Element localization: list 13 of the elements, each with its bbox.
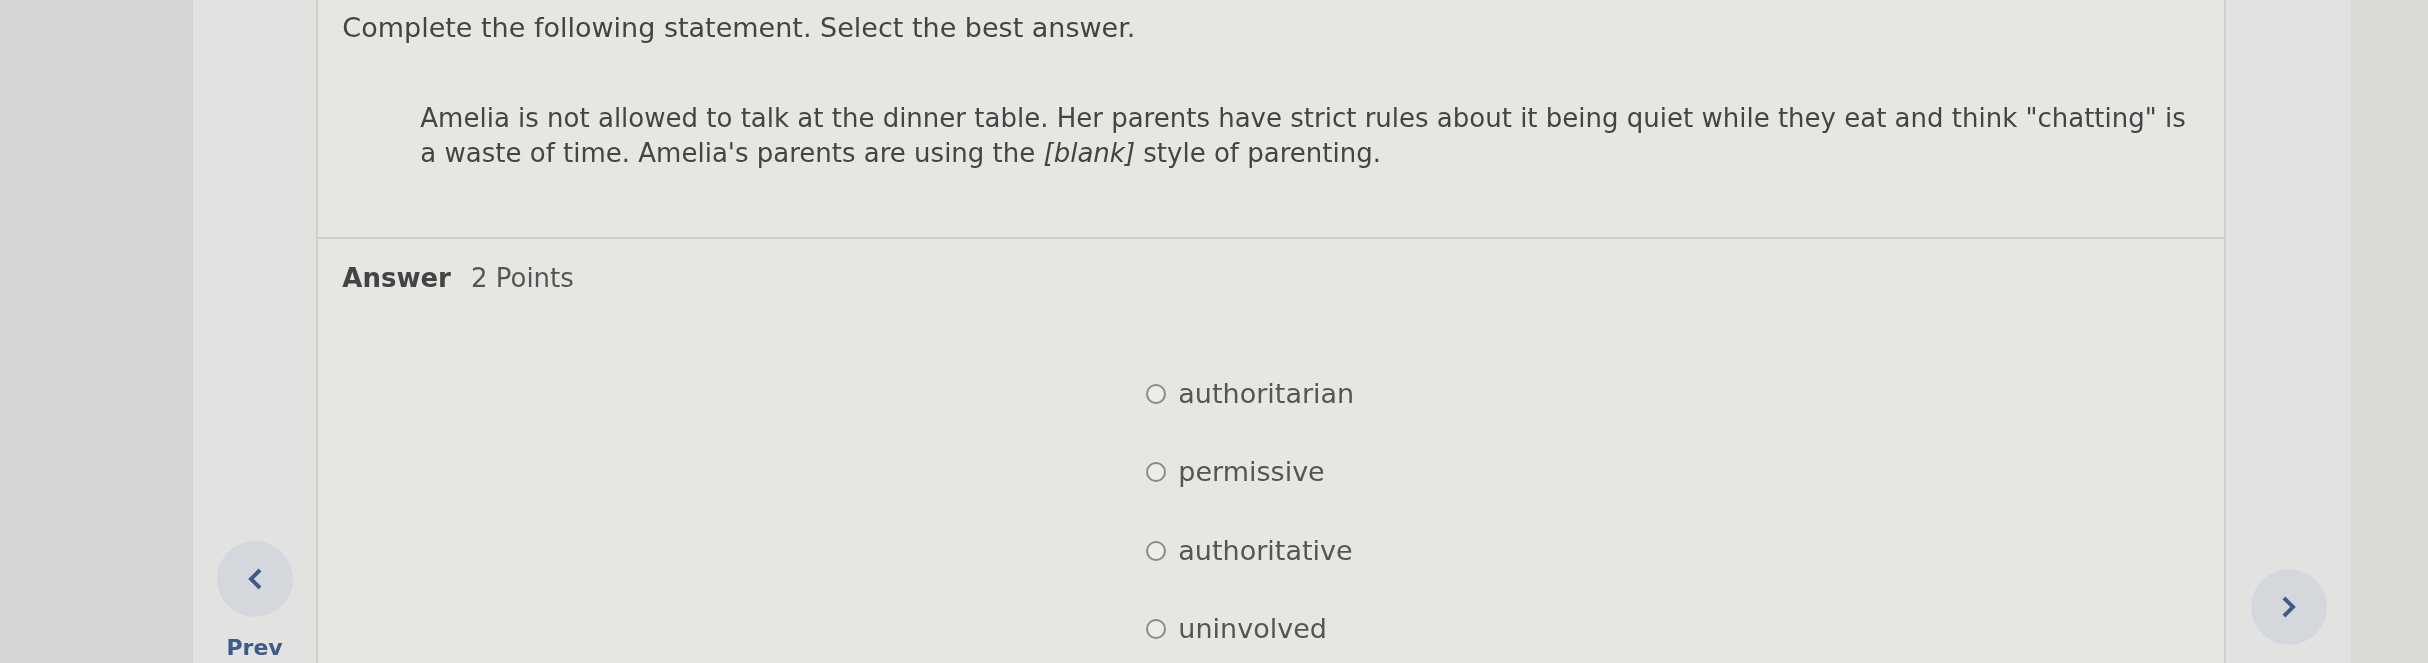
option-label: authoritative [1178, 533, 1353, 568]
radio-button[interactable] [1146, 619, 1167, 640]
radio-button[interactable] [1146, 540, 1167, 561]
answer-label: Answer [342, 261, 451, 295]
points-label: 2 Points [470, 261, 574, 295]
prev-label: Prev [226, 637, 283, 659]
radio-button[interactable] [1146, 462, 1167, 483]
option-label: authoritarian [1178, 376, 1355, 411]
radio-button[interactable] [1146, 383, 1167, 404]
instruction-text: Complete the following statement. Select the best answer. [342, 11, 1137, 45]
option-label: uninvolved [1178, 612, 1327, 646]
option-label: permissive [1178, 455, 1325, 489]
question-text: Amelia is not allowed to talk at the dinner table. Her parents have strict rules about it being quiet while they eat and think "chatting" is a waste of time. Amelia's parents are using the [blank] style of parenting. [420, 101, 2187, 170]
